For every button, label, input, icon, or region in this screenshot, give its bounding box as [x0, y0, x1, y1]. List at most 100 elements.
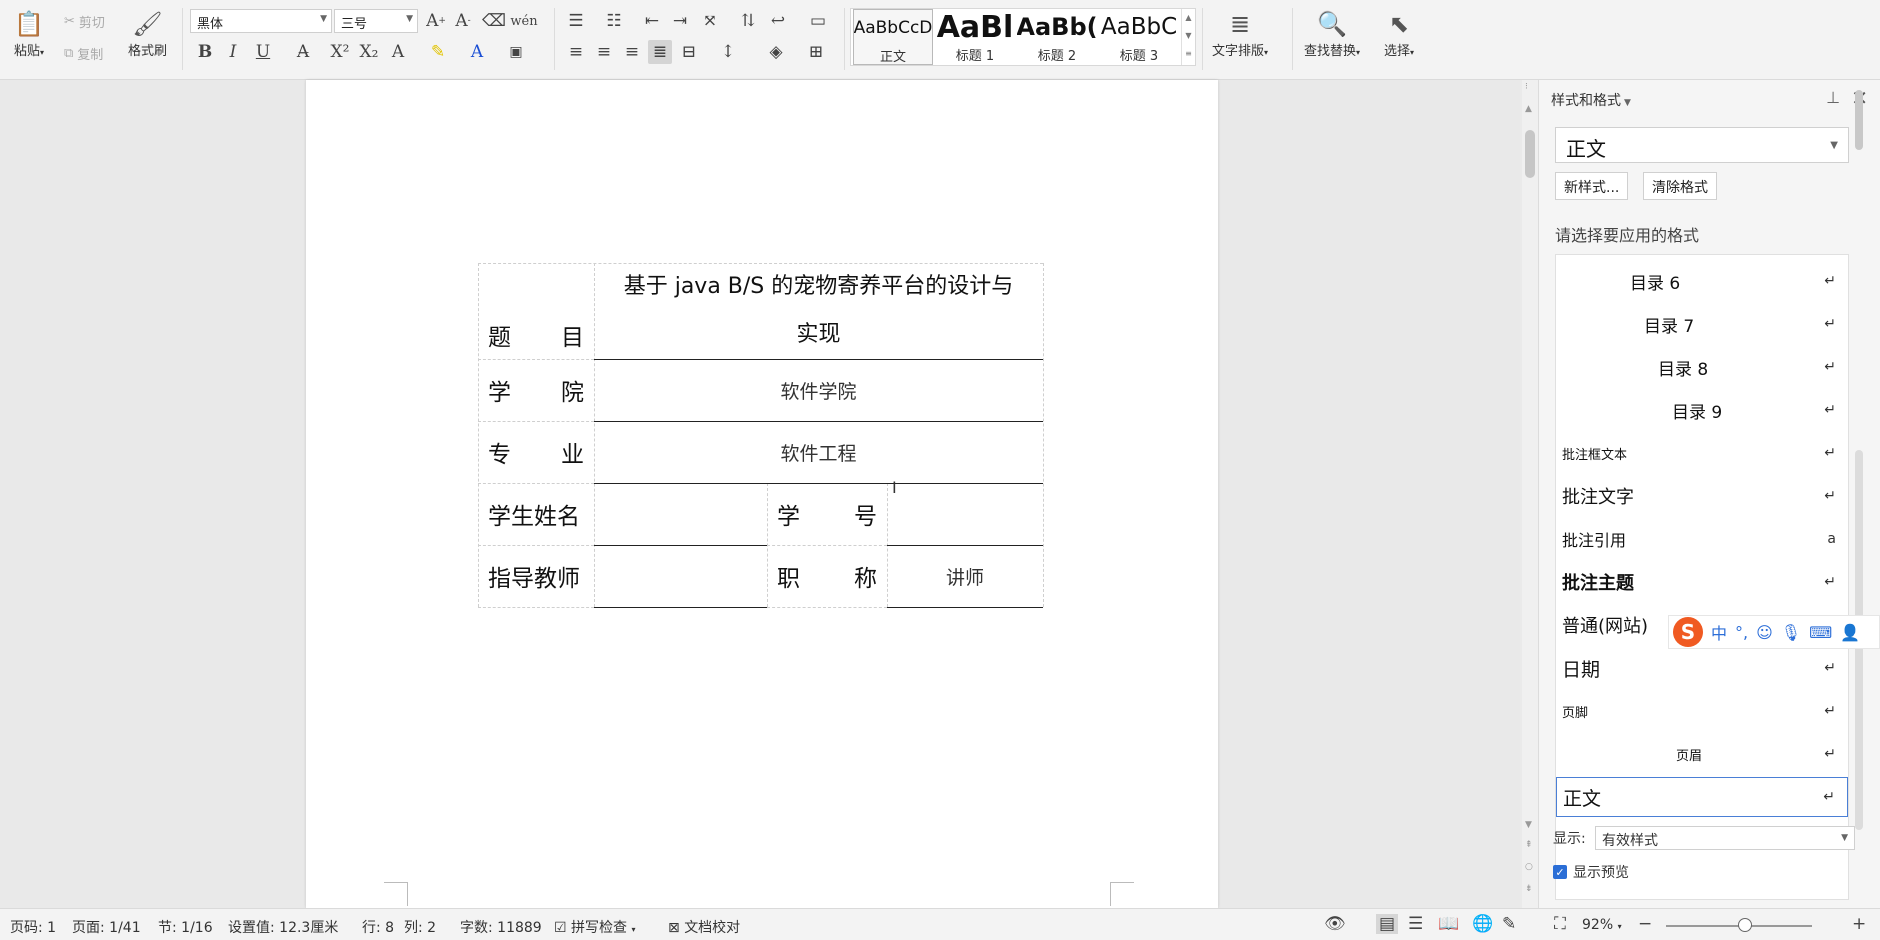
next-page-icon[interactable]: ⇟: [1525, 884, 1533, 894]
highlight-icon[interactable]: ✎: [426, 40, 450, 64]
reading-view-icon[interactable]: 📖: [1438, 914, 1459, 934]
doc-proof-button[interactable]: ⊠ 文档校对: [668, 917, 740, 937]
scroll-down-icon[interactable]: ▼: [1525, 820, 1532, 830]
pane-title[interactable]: 样式和格式 ▼: [1551, 90, 1631, 110]
char-border-icon[interactable]: ▣: [504, 40, 528, 64]
scroll-thumb[interactable]: [1525, 130, 1535, 178]
line-spacing-icon[interactable]: ↕: [716, 40, 740, 64]
keyboard-icon[interactable]: ⌨: [1809, 623, 1832, 642]
font-name-select[interactable]: 黑体 ▼: [190, 9, 332, 33]
font-color-icon[interactable]: A: [465, 40, 489, 64]
fit-page-icon[interactable]: ⛶: [1554, 914, 1566, 934]
select-browse-icon[interactable]: ○: [1525, 862, 1533, 872]
increase-indent-icon[interactable]: ⇥: [668, 9, 692, 33]
align-center-icon[interactable]: ≡: [592, 40, 616, 64]
justify-icon[interactable]: ≣: [648, 40, 672, 64]
cut-button[interactable]: ✂ 剪切: [64, 12, 105, 31]
style-list-item[interactable]: 批注文字 ↵: [1556, 476, 1848, 516]
shading-icon[interactable]: ◈: [764, 40, 788, 64]
title-rank-value[interactable]: 讲师: [887, 545, 1043, 607]
advisor-value[interactable]: [594, 545, 767, 607]
superscript-icon[interactable]: X²: [328, 40, 352, 64]
underline-button[interactable]: U: [251, 40, 275, 64]
font-size-select[interactable]: 三号 ▼: [334, 9, 418, 33]
text-layout-button[interactable]: ≣ 文字排版▾: [1212, 8, 1268, 59]
style-list-item[interactable]: 页眉 ↵: [1556, 734, 1848, 774]
status-page-code[interactable]: 页码: 1: [10, 917, 56, 937]
pen-icon[interactable]: ✎: [1502, 914, 1516, 934]
ruler-icon[interactable]: ▭: [806, 9, 830, 33]
grow-font-icon[interactable]: A +: [424, 9, 448, 33]
microphone-icon[interactable]: 🎙: [1781, 623, 1801, 642]
find-replace-button[interactable]: 🔍 查找替换▾: [1304, 8, 1360, 59]
decrease-indent-icon[interactable]: ⇤: [640, 9, 664, 33]
align-right-icon[interactable]: ≡: [620, 40, 644, 64]
borders-icon[interactable]: ⊞: [804, 40, 828, 64]
style-list-item[interactable]: 目录 7 ↵: [1556, 304, 1848, 344]
prev-page-icon[interactable]: ⇞: [1525, 840, 1533, 850]
copy-button[interactable]: ⧉ 复制: [64, 44, 103, 63]
distribute-icon[interactable]: ⊟: [677, 40, 701, 64]
status-page[interactable]: 页面: 1/41: [72, 917, 141, 937]
user-icon[interactable]: 👤: [1840, 623, 1860, 642]
gallery-scroll[interactable]: ▲ ▼ ≡: [1181, 9, 1195, 65]
show-preview-checkbox[interactable]: ✓ 显示预览: [1553, 862, 1629, 882]
style-list-item[interactable]: 页脚 ↵: [1556, 691, 1848, 731]
pane-scrollbar[interactable]: [1853, 90, 1865, 900]
style-list-item[interactable]: 批注主题 ↵: [1556, 562, 1848, 602]
pin-icon[interactable]: ⊥: [1826, 88, 1840, 107]
style-list-item[interactable]: 批注引用 a: [1556, 519, 1848, 559]
select-button[interactable]: ⬉ 选择▾: [1384, 8, 1414, 59]
document-scrollbar[interactable]: ⁝ ▲ ▼ ⇞ ○ ⇟: [1522, 80, 1538, 908]
style-heading-2[interactable]: AaBb( 标题 2: [1017, 9, 1097, 65]
document-page[interactable]: 题 目 基于 java B/S 的宠物寄养平台的设计与 实现 学 院 软件学院 …: [306, 80, 1218, 908]
style-normal[interactable]: AaBbCcD 正文: [853, 9, 933, 65]
scroll-up-icon[interactable]: ▲: [1525, 104, 1532, 114]
zoom-in-icon[interactable]: +: [1852, 914, 1866, 934]
style-list-item[interactable]: 目录 9 ↵: [1556, 390, 1848, 430]
zoom-out-icon[interactable]: −: [1638, 914, 1652, 934]
web-view-icon[interactable]: 🌐: [1472, 914, 1493, 934]
show-marks-icon[interactable]: ↩: [766, 9, 790, 33]
strikethrough-icon[interactable]: A̶: [291, 40, 315, 64]
style-list-item[interactable]: 日期 ↵: [1556, 648, 1848, 688]
zoom-slider-handle[interactable]: [1738, 918, 1752, 932]
phonetic-guide-icon[interactable]: wén: [510, 9, 537, 33]
sort-icon[interactable]: ⇅: [736, 9, 760, 33]
status-setting[interactable]: 设置值: 12.3厘米: [228, 917, 338, 937]
format-painter-button[interactable]: 🖌 格式刷: [128, 8, 167, 59]
sogou-logo-icon[interactable]: S: [1673, 617, 1703, 647]
emoji-icon[interactable]: ☺: [1756, 623, 1773, 642]
new-style-button[interactable]: 新样式...: [1555, 172, 1629, 200]
style-heading-3[interactable]: AaBbC 标题 3: [1099, 9, 1179, 65]
style-list-item[interactable]: 批注框文本 ↵: [1556, 433, 1848, 473]
align-left-icon[interactable]: ≡: [564, 40, 588, 64]
title-value[interactable]: 基于 java B/S 的宠物寄养平台的设计与 实现: [594, 263, 1043, 359]
outline-view-icon[interactable]: ☰: [1408, 914, 1423, 934]
style-list-item[interactable]: 正文 ↵: [1556, 777, 1848, 817]
page-view-icon[interactable]: ▤: [1376, 914, 1399, 934]
eye-protection-icon[interactable]: 👁: [1324, 914, 1346, 934]
student-id-value[interactable]: [887, 483, 1043, 545]
clear-format-button[interactable]: 清除格式: [1643, 172, 1717, 200]
zoom-level[interactable]: 92% ▾: [1582, 917, 1622, 933]
spell-check-button[interactable]: ☑ 拼写检查 ▾: [554, 917, 635, 937]
style-heading-1[interactable]: AaBl 标题 1: [935, 9, 1015, 65]
style-list-item[interactable]: 目录 6 ↵: [1556, 261, 1848, 301]
italic-button[interactable]: I: [221, 40, 245, 64]
ime-punctuation[interactable]: °,: [1735, 623, 1748, 642]
clear-format-icon[interactable]: ⌫: [482, 9, 506, 33]
paste-button[interactable]: 📋 粘贴▾: [14, 8, 44, 59]
major-value[interactable]: 软件工程: [594, 421, 1043, 483]
chinese-layout-icon[interactable]: ⤧: [698, 9, 722, 33]
numbered-list-icon[interactable]: ☷: [602, 9, 626, 33]
show-filter-select[interactable]: 有效样式 ▼: [1595, 826, 1855, 850]
college-value[interactable]: 软件学院: [594, 359, 1043, 421]
status-word-count[interactable]: 字数: 11889: [460, 917, 542, 937]
text-effect-icon[interactable]: A: [386, 40, 410, 64]
current-style-select[interactable]: 正文 ▼: [1555, 127, 1849, 163]
student-name-value[interactable]: [594, 483, 767, 545]
style-list-item[interactable]: 目录 8 ↵: [1556, 347, 1848, 387]
scroll-thumb[interactable]: [1855, 90, 1863, 150]
shrink-font-icon[interactable]: A-: [451, 9, 475, 33]
